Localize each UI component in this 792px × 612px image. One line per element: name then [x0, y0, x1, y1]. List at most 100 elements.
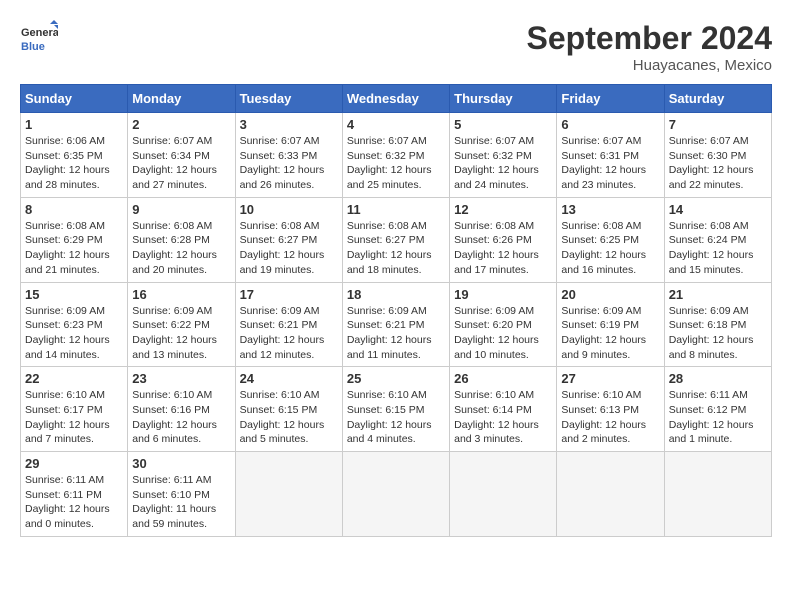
day-cell-2: 2 Sunrise: 6:07 AMSunset: 6:34 PMDaylight… — [128, 113, 235, 198]
day-info: Sunrise: 6:09 AMSunset: 6:21 PMDaylight:… — [240, 304, 338, 363]
day-number: 10 — [240, 202, 338, 217]
day-number: 7 — [669, 117, 767, 132]
day-number: 6 — [561, 117, 659, 132]
day-info: Sunrise: 6:07 AMSunset: 6:30 PMDaylight:… — [669, 134, 767, 193]
svg-text:Blue: Blue — [21, 41, 45, 53]
day-info: Sunrise: 6:09 AMSunset: 6:18 PMDaylight:… — [669, 304, 767, 363]
day-number: 15 — [25, 287, 123, 302]
day-info: Sunrise: 6:09 AMSunset: 6:23 PMDaylight:… — [25, 304, 123, 363]
day-info: Sunrise: 6:08 AMSunset: 6:28 PMDaylight:… — [132, 219, 230, 278]
day-cell-14: 14Sunrise: 6:08 AMSunset: 6:24 PMDayligh… — [664, 197, 771, 282]
day-number: 26 — [454, 371, 552, 386]
day-number: 19 — [454, 287, 552, 302]
header-monday: Monday — [128, 85, 235, 113]
day-cell-21: 21Sunrise: 6:09 AMSunset: 6:18 PMDayligh… — [664, 282, 771, 367]
month-title: September 2024 — [527, 20, 772, 57]
day-cell-17: 17Sunrise: 6:09 AMSunset: 6:21 PMDayligh… — [235, 282, 342, 367]
day-cell-23: 23 Sunrise: 6:10 AMSunset: 6:16 PMDayligh… — [128, 367, 235, 452]
header-friday: Friday — [557, 85, 664, 113]
day-info: Sunrise: 6:07 AMSunset: 6:33 PMDaylight:… — [240, 134, 338, 193]
day-info: Sunrise: 6:08 AMSunset: 6:25 PMDaylight:… — [561, 219, 659, 278]
day-info: Sunrise: 6:11 AMSunset: 6:12 PMDaylight:… — [669, 388, 767, 447]
day-info: Sunrise: 6:07 AMSunset: 6:31 PMDaylight:… — [561, 134, 659, 193]
day-info: Sunrise: 6:10 AMSunset: 6:17 PMDaylight:… — [25, 388, 123, 447]
day-cell-9: 9 Sunrise: 6:08 AMSunset: 6:28 PMDaylight… — [128, 197, 235, 282]
day-info: Sunrise: 6:08 AMSunset: 6:29 PMDaylight:… — [25, 219, 123, 278]
day-info: Sunrise: 6:07 AMSunset: 6:32 PMDaylight:… — [454, 134, 552, 193]
day-cell-1: 1 Sunrise: 6:06 AMSunset: 6:35 PMDaylight… — [21, 113, 128, 198]
day-cell-28: 28 Sunrise: 6:11 AMSunset: 6:12 PMDayligh… — [664, 367, 771, 452]
day-number: 1 — [25, 117, 123, 132]
day-number: 11 — [347, 202, 445, 217]
day-cell-20: 20 Sunrise: 6:09 AMSunset: 6:19 PMDayligh… — [557, 282, 664, 367]
day-info: Sunrise: 6:08 AMSunset: 6:27 PMDaylight:… — [347, 219, 445, 278]
logo-icon-wrapper: General Blue — [20, 20, 58, 58]
empty-cell — [450, 452, 557, 537]
day-number: 16 — [132, 287, 230, 302]
day-number: 23 — [132, 371, 230, 386]
logo-svg: General Blue — [20, 20, 58, 58]
day-info: Sunrise: 6:07 AMSunset: 6:34 PMDaylight:… — [132, 134, 230, 193]
day-cell-19: 19Sunrise: 6:09 AMSunset: 6:20 PMDayligh… — [450, 282, 557, 367]
empty-cell — [557, 452, 664, 537]
day-info: Sunrise: 6:10 AMSunset: 6:14 PMDaylight:… — [454, 388, 552, 447]
location: Huayacanes, Mexico — [527, 57, 772, 74]
day-cell-26: 26 Sunrise: 6:10 AMSunset: 6:14 PMDayligh… — [450, 367, 557, 452]
day-info: Sunrise: 6:07 AMSunset: 6:32 PMDaylight:… — [347, 134, 445, 193]
calendar-week-row: 29 Sunrise: 6:11 AMSunset: 6:11 PMDayligh… — [21, 452, 772, 537]
day-cell-8: 8 Sunrise: 6:08 AMSunset: 6:29 PMDaylight… — [21, 197, 128, 282]
day-number: 2 — [132, 117, 230, 132]
header-saturday: Saturday — [664, 85, 771, 113]
day-cell-11: 11 Sunrise: 6:08 AMSunset: 6:27 PMDayligh… — [342, 197, 449, 282]
empty-cell — [664, 452, 771, 537]
day-cell-5: 5 Sunrise: 6:07 AMSunset: 6:32 PMDaylight… — [450, 113, 557, 198]
day-info: Sunrise: 6:09 AMSunset: 6:22 PMDaylight:… — [132, 304, 230, 363]
page-header: General Blue September 2024 Huayacanes, … — [20, 20, 772, 74]
day-cell-4: 4 Sunrise: 6:07 AMSunset: 6:32 PMDaylight… — [342, 113, 449, 198]
day-info: Sunrise: 6:10 AMSunset: 6:16 PMDaylight:… — [132, 388, 230, 447]
day-cell-10: 10 Sunrise: 6:08 AMSunset: 6:27 PMDayligh… — [235, 197, 342, 282]
day-number: 4 — [347, 117, 445, 132]
calendar-week-row: 8 Sunrise: 6:08 AMSunset: 6:29 PMDaylight… — [21, 197, 772, 282]
logo: General Blue — [20, 20, 58, 58]
day-cell-30: 30 Sunrise: 6:11 AMSunset: 6:10 PMDayligh… — [128, 452, 235, 537]
svg-text:General: General — [21, 27, 58, 39]
day-number: 27 — [561, 371, 659, 386]
day-info: Sunrise: 6:10 AMSunset: 6:15 PMDaylight:… — [347, 388, 445, 447]
day-info: Sunrise: 6:10 AMSunset: 6:13 PMDaylight:… — [561, 388, 659, 447]
day-info: Sunrise: 6:08 AMSunset: 6:27 PMDaylight:… — [240, 219, 338, 278]
day-number: 30 — [132, 456, 230, 471]
day-number: 8 — [25, 202, 123, 217]
day-info: Sunrise: 6:09 AMSunset: 6:19 PMDaylight:… — [561, 304, 659, 363]
day-cell-18: 18Sunrise: 6:09 AMSunset: 6:21 PMDayligh… — [342, 282, 449, 367]
day-info: Sunrise: 6:11 AMSunset: 6:10 PMDaylight:… — [132, 473, 230, 532]
day-cell-12: 12 Sunrise: 6:08 AMSunset: 6:26 PMDayligh… — [450, 197, 557, 282]
day-cell-15: 15 Sunrise: 6:09 AMSunset: 6:23 PMDayligh… — [21, 282, 128, 367]
day-info: Sunrise: 6:11 AMSunset: 6:11 PMDaylight:… — [25, 473, 123, 532]
header-wednesday: Wednesday — [342, 85, 449, 113]
day-number: 28 — [669, 371, 767, 386]
day-cell-24: 24Sunrise: 6:10 AMSunset: 6:15 PMDayligh… — [235, 367, 342, 452]
day-cell-27: 27 Sunrise: 6:10 AMSunset: 6:13 PMDayligh… — [557, 367, 664, 452]
day-number: 12 — [454, 202, 552, 217]
day-number: 9 — [132, 202, 230, 217]
day-number: 3 — [240, 117, 338, 132]
day-cell-6: 6 Sunrise: 6:07 AMSunset: 6:31 PMDaylight… — [557, 113, 664, 198]
day-number: 14 — [669, 202, 767, 217]
day-info: Sunrise: 6:08 AMSunset: 6:26 PMDaylight:… — [454, 219, 552, 278]
header-tuesday: Tuesday — [235, 85, 342, 113]
day-number: 13 — [561, 202, 659, 217]
day-cell-3: 3 Sunrise: 6:07 AMSunset: 6:33 PMDaylight… — [235, 113, 342, 198]
header-sunday: Sunday — [21, 85, 128, 113]
calendar-table: Sunday Monday Tuesday Wednesday Thursday… — [20, 84, 772, 537]
day-number: 29 — [25, 456, 123, 471]
day-info: Sunrise: 6:06 AMSunset: 6:35 PMDaylight:… — [25, 134, 123, 193]
day-number: 20 — [561, 287, 659, 302]
calendar-week-row: 15 Sunrise: 6:09 AMSunset: 6:23 PMDayligh… — [21, 282, 772, 367]
day-number: 5 — [454, 117, 552, 132]
day-headers-row: Sunday Monday Tuesday Wednesday Thursday… — [21, 85, 772, 113]
day-info: Sunrise: 6:09 AMSunset: 6:21 PMDaylight:… — [347, 304, 445, 363]
day-cell-29: 29 Sunrise: 6:11 AMSunset: 6:11 PMDayligh… — [21, 452, 128, 537]
day-cell-22: 22Sunrise: 6:10 AMSunset: 6:17 PMDayligh… — [21, 367, 128, 452]
header-thursday: Thursday — [450, 85, 557, 113]
